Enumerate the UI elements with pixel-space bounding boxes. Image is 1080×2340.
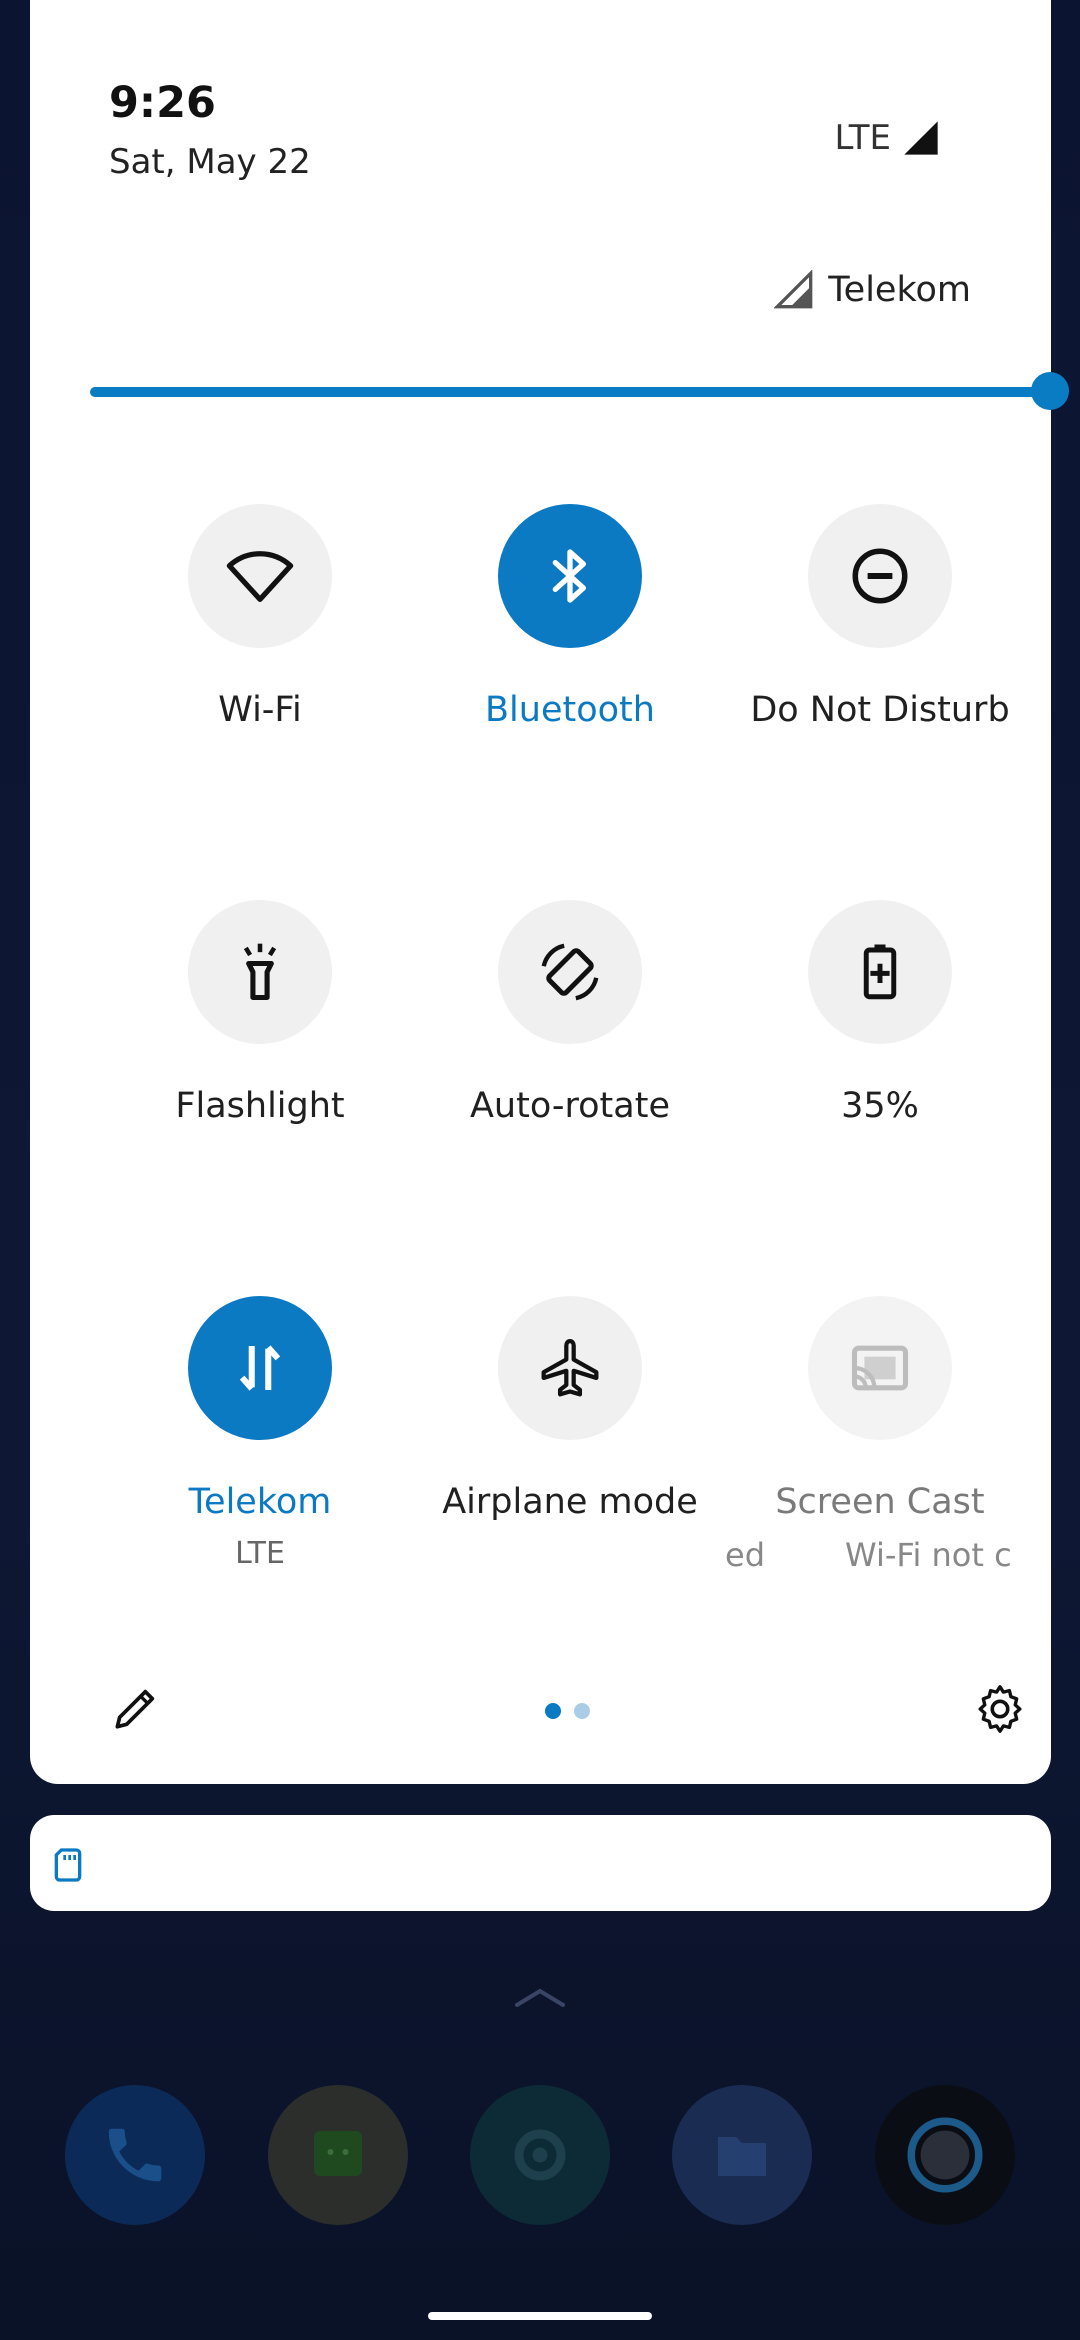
tile-cast-button[interactable] bbox=[808, 1296, 952, 1440]
tile-sublabel-right: Wi-Fi not c bbox=[845, 1536, 1012, 1574]
clock[interactable]: 9:26 bbox=[109, 78, 216, 128]
tile-label: Flashlight bbox=[175, 1086, 345, 1126]
brightness-thumb[interactable] bbox=[1031, 372, 1069, 410]
sd-card-icon bbox=[54, 1848, 82, 1882]
signal-icon bbox=[904, 121, 938, 155]
date[interactable]: Sat, May 22 bbox=[109, 142, 311, 182]
tile-label: Airplane mode bbox=[442, 1482, 698, 1522]
tile-label: Screen Cast bbox=[775, 1482, 985, 1522]
tile-auto-rotate-button[interactable] bbox=[498, 900, 642, 1044]
page-indicator bbox=[545, 1703, 590, 1719]
tile-flashlight[interactable]: Flashlight bbox=[105, 900, 415, 1126]
tile-battery-button[interactable] bbox=[808, 900, 952, 1044]
brightness-slider[interactable] bbox=[90, 372, 1070, 412]
network-type: LTE bbox=[834, 118, 891, 158]
carrier-row: Telekom bbox=[774, 270, 971, 310]
signal-outline-icon bbox=[774, 270, 813, 309]
tile-label: Auto-rotate bbox=[469, 1086, 670, 1126]
tile-airplane-button[interactable] bbox=[498, 1296, 642, 1440]
battery-saver-icon bbox=[863, 944, 897, 1000]
tile-wifi-button[interactable] bbox=[188, 504, 332, 648]
tile-label: Telekom bbox=[188, 1482, 332, 1522]
bluetooth-icon bbox=[552, 549, 586, 603]
cast-icon bbox=[851, 1345, 909, 1391]
notification-card[interactable] bbox=[30, 1815, 1051, 1911]
dock bbox=[0, 2085, 1080, 2230]
auto-rotate-icon bbox=[541, 943, 599, 1001]
tile-bluetooth-button[interactable] bbox=[498, 504, 642, 648]
tile-mobile-data[interactable]: Telekom LTE bbox=[105, 1296, 415, 1571]
tile-dnd-button[interactable] bbox=[808, 504, 952, 648]
status-icons: LTE bbox=[834, 118, 941, 158]
browser-icon[interactable] bbox=[875, 2085, 1015, 2225]
tile-screen-cast[interactable]: Screen Cast ed Wi-Fi not c bbox=[725, 1296, 1035, 1576]
tile-label: Wi-Fi bbox=[218, 690, 302, 730]
files-icon[interactable] bbox=[672, 2085, 812, 2225]
tile-sublabel: LTE bbox=[235, 1536, 285, 1571]
tile-wifi[interactable]: Wi-Fi bbox=[105, 504, 415, 730]
tile-label: Bluetooth bbox=[485, 690, 655, 730]
settings-app-icon[interactable] bbox=[470, 2085, 610, 2225]
pencil-icon[interactable] bbox=[108, 1680, 164, 1736]
phone-icon[interactable] bbox=[65, 2085, 205, 2225]
do-not-disturb-icon bbox=[852, 548, 908, 604]
page-dot-active[interactable] bbox=[545, 1703, 561, 1719]
quick-settings-panel: 9:26 Sat, May 22 LTE Telekom Wi-Fi Bluet… bbox=[30, 0, 1069, 1784]
tile-label: 35% bbox=[841, 1086, 919, 1126]
tile-do-not-disturb[interactable]: Do Not Disturb bbox=[725, 504, 1035, 730]
carrier-name: Telekom bbox=[828, 270, 971, 310]
chevron-up-icon[interactable] bbox=[513, 1985, 567, 2009]
flashlight-icon bbox=[243, 943, 277, 1001]
page-dot[interactable] bbox=[574, 1703, 590, 1719]
tile-auto-rotate[interactable]: Auto-rotate bbox=[415, 900, 725, 1126]
tile-bluetooth[interactable]: Bluetooth bbox=[415, 504, 725, 730]
tile-sublabel-marquee: ed Wi-Fi not c bbox=[725, 1536, 1035, 1576]
tile-mobile-data-button[interactable] bbox=[188, 1296, 332, 1440]
tile-battery[interactable]: 35% bbox=[725, 900, 1035, 1126]
brightness-track[interactable] bbox=[90, 387, 1050, 397]
wifi-icon bbox=[226, 551, 294, 602]
screen: 9:26 Sat, May 22 LTE Telekom Wi-Fi Bluet… bbox=[0, 0, 1080, 2340]
tile-label: Do Not Disturb bbox=[750, 690, 1010, 730]
gear-icon[interactable] bbox=[971, 1680, 1029, 1738]
airplane-icon bbox=[541, 1338, 599, 1397]
messages-icon[interactable] bbox=[268, 2085, 408, 2225]
tile-flashlight-button[interactable] bbox=[188, 900, 332, 1044]
navigation-handle[interactable] bbox=[428, 2312, 652, 2320]
tile-sublabel-left: ed bbox=[725, 1536, 765, 1574]
mobile-data-icon bbox=[239, 1345, 281, 1391]
tile-airplane-mode[interactable]: Airplane mode bbox=[415, 1296, 725, 1522]
